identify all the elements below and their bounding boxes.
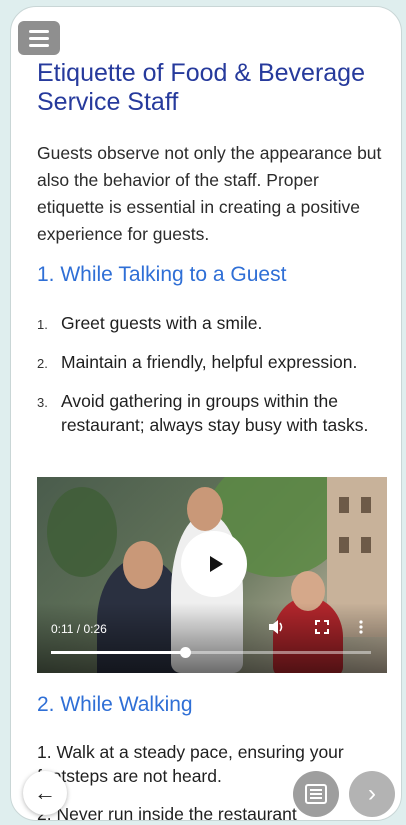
video-scene-head [123,541,163,589]
play-button[interactable] [181,531,247,597]
list-icon [305,784,327,804]
fullscreen-icon[interactable] [315,620,329,637]
list-item-text: Greet guests with a smile. [61,313,263,333]
contents-button[interactable] [293,771,339,817]
hamburger-menu-icon-bar [29,43,49,47]
video-scene-tree [47,487,117,577]
section-heading-walking: 2. While Walking [37,693,193,716]
list-item-text: Maintain a friendly, helpful expression. [61,352,358,372]
list-item-number: 1. [37,317,48,332]
page-title: Etiquette of Food & Beverage Service Sta… [37,59,365,116]
list-item-number: 3. [37,395,48,410]
list-item-number: 2. [37,356,48,371]
next-button[interactable]: › [349,771,395,817]
hamburger-menu-icon [29,29,49,33]
more-vert-icon[interactable] [359,620,363,637]
chevron-right-icon: › [368,780,376,807]
play-icon [209,556,223,572]
section-heading-talking: 1. While Talking to a Guest [37,263,287,286]
video-scene-head [187,487,223,531]
menu-button[interactable] [18,21,60,55]
video-time: 0:11 / 0:26 [51,622,107,636]
intro-paragraph: Guests observe not only the appearance b… [37,143,382,244]
list-item: 3. Avoid gathering in groups within the … [37,389,387,437]
volume-icon[interactable] [269,620,285,637]
list-item: 1. Greet guests with a smile. [37,311,387,335]
list-item-text: Avoid gathering in groups within the res… [61,391,369,435]
hamburger-menu-icon-bar [29,36,49,40]
talking-list: 1. Greet guests with a smile. 2. Maintai… [37,311,387,452]
video-progress-fill [51,651,186,654]
phone-screen: Etiquette of Food & Beverage Service Sta… [10,6,402,821]
video-progress-bar[interactable] [51,647,371,658]
list-item: 2. Maintain a friendly, helpful expressi… [37,350,387,374]
video-player[interactable]: 0:11 / 0:26 [37,477,387,673]
back-button[interactable]: ← [23,771,67,815]
arrow-left-icon: ← [34,780,56,805]
video-controls-shade [37,603,387,673]
